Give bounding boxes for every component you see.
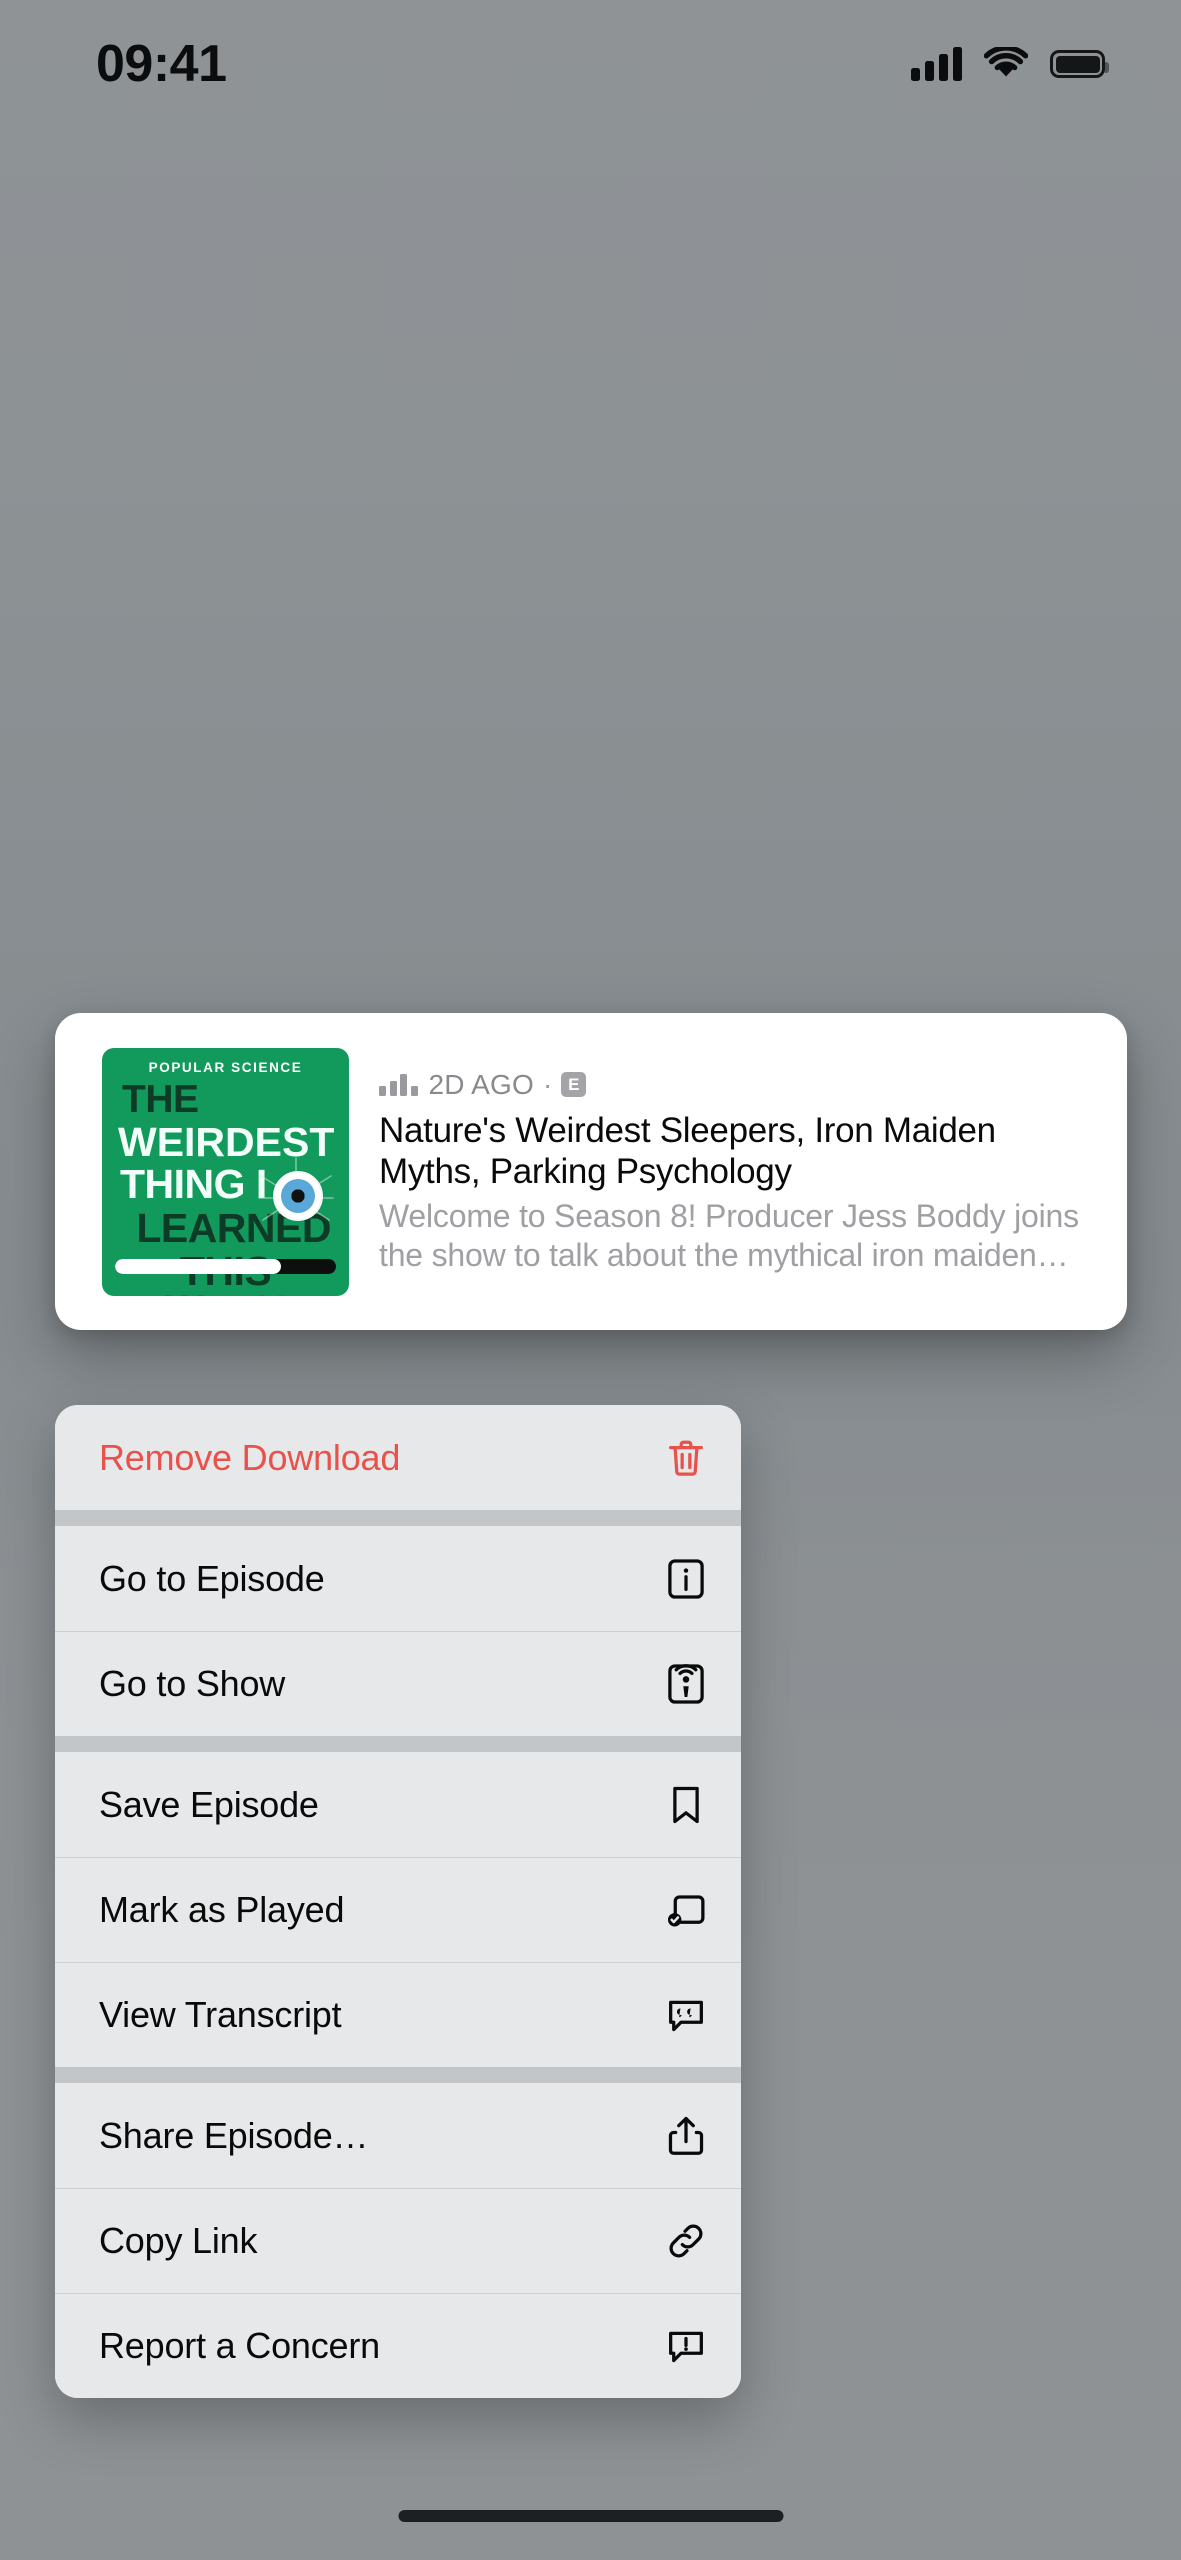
- menu-group: Save Episode Mark as Played View Transcrip…: [55, 1752, 741, 2067]
- meta-separator: ·: [542, 1068, 553, 1100]
- battery-full-icon: [1050, 50, 1109, 78]
- status-bar: 09:41: [0, 0, 1181, 122]
- menu-item-mark-as-played[interactable]: Mark as Played: [55, 1857, 741, 1962]
- menu-group: Remove Download: [55, 1405, 741, 1510]
- mark-played-icon: [663, 1887, 709, 1933]
- cellular-signal-icon: [911, 47, 962, 81]
- quote-bubble-icon: [663, 1992, 709, 2038]
- podcast-artwork: POPULAR SCIENCE THE WEIRDEST THING I LEA…: [102, 1047, 349, 1296]
- episode-meta-row: 2D AGO · E: [379, 1069, 1097, 1101]
- menu-group: Share Episode… Copy Link Report a Concern: [55, 2083, 741, 2398]
- episode-text-block: 2D AGO · E Nature's Weirdest Sleepers, I…: [349, 1069, 1127, 1274]
- podcast-square-icon: [663, 1661, 709, 1707]
- menu-item-save-episode[interactable]: Save Episode: [55, 1752, 741, 1857]
- menu-item-report-a-concern[interactable]: Report a Concern: [55, 2293, 741, 2398]
- menu-item-label: Go to Show: [99, 1662, 286, 1704]
- menu-item-label: Mark as Played: [99, 1888, 345, 1930]
- menu-item-label: Report a Concern: [99, 2324, 380, 2366]
- artwork-line-1: THE: [122, 1078, 199, 1121]
- link-icon: [663, 2218, 709, 2264]
- episode-preview-card[interactable]: POPULAR SCIENCE THE WEIRDEST THING I LEA…: [55, 1013, 1127, 1330]
- episode-description: Welcome to Season 8! Producer Jess Boddy…: [379, 1198, 1079, 1273]
- now-playing-waveform-icon: [379, 1073, 418, 1096]
- menu-item-view-transcript[interactable]: View Transcript: [55, 1962, 741, 2067]
- artwork-brand-label: POPULAR SCIENCE: [148, 1059, 303, 1075]
- context-menu[interactable]: Remove Download Go to Episode Go to Show Sa…: [55, 1405, 741, 2398]
- status-bar-clock: 09:41: [96, 35, 227, 93]
- menu-item-go-to-episode[interactable]: Go to Episode: [55, 1526, 741, 1631]
- menu-item-label: View Transcript: [99, 1993, 342, 2035]
- menu-item-go-to-show[interactable]: Go to Show: [55, 1631, 741, 1736]
- explicit-badge: E: [561, 1072, 587, 1098]
- exclamation-bubble-icon: [663, 2323, 709, 2369]
- wifi-icon: [984, 47, 1028, 81]
- menu-item-copy-link[interactable]: Copy Link: [55, 2188, 741, 2293]
- episode-date: 2D AGO: [428, 1068, 534, 1100]
- menu-item-label: Go to Episode: [99, 1557, 325, 1599]
- episode-title: Nature's Weirdest Sleepers, Iron Maiden …: [379, 1110, 996, 1192]
- menu-item-remove-download[interactable]: Remove Download: [55, 1405, 741, 1510]
- menu-item-label: Save Episode: [99, 1783, 319, 1825]
- menu-group-separator: [55, 2067, 741, 2083]
- menu-item-label: Share Episode…: [99, 2114, 369, 2156]
- eyeball-icon: [273, 1170, 323, 1221]
- menu-item-label: Remove Download: [99, 1436, 401, 1478]
- status-bar-icons: [911, 47, 1109, 81]
- menu-group-separator: [55, 1736, 741, 1752]
- bookmark-icon: [663, 1782, 709, 1828]
- menu-group: Go to Episode Go to Show: [55, 1526, 741, 1736]
- menu-group-separator: [55, 1510, 741, 1526]
- share-icon: [663, 2113, 709, 2159]
- home-indicator[interactable]: [398, 2510, 783, 2522]
- menu-item-label: Copy Link: [99, 2219, 258, 2261]
- info-square-icon: [663, 1556, 709, 1602]
- trash-icon: [663, 1435, 709, 1481]
- artwork-progress-bar: [115, 1258, 336, 1274]
- menu-item-share-episode[interactable]: Share Episode…: [55, 2083, 741, 2188]
